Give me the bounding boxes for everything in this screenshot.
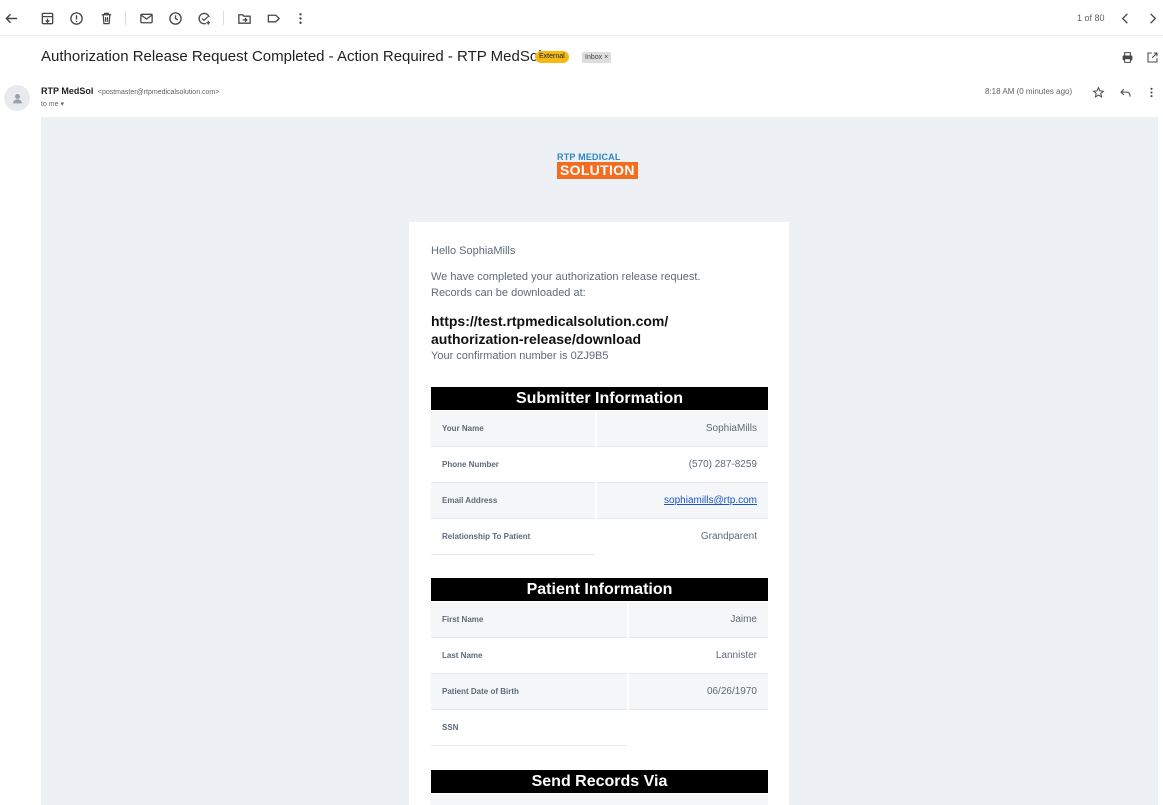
row-value: Lannister [629,638,768,674]
send-records-heading: Send Records Via [431,770,768,793]
star-icon[interactable] [1090,84,1106,100]
toolbar-divider [223,11,224,25]
archive-icon[interactable] [38,9,56,27]
sender-email: <postmaster@rtpmedicalsolution.com> [97,89,220,96]
row-value: 06/26/1970 [629,674,768,710]
external-badge: External [535,51,569,63]
table-row: SSN [431,710,768,746]
email-subject: Authorization Release Request Completed … [41,48,542,65]
next-icon[interactable] [1143,9,1161,27]
email-card: Hello SophiaMills We have completed your… [409,222,789,805]
row-label [431,794,768,805]
more-options-icon[interactable] [1143,84,1159,100]
row-value: (570) 287-8259 [597,447,768,483]
table-row: Last Name Lannister [431,638,768,674]
row-label: Email Address [431,483,595,519]
person-icon [12,93,22,103]
row-label: Patient Date of Birth [431,674,627,710]
submitter-heading: Submitter Information [431,387,768,410]
table-row: Patient Date of Birth 06/26/1970 [431,674,768,710]
row-label: Your Name [431,411,595,447]
row-value: Grandparent [700,531,757,542]
intro-line-1: We have completed your authorization rel… [431,271,701,283]
snooze-icon[interactable] [166,9,184,27]
logo-top-text: RTP MEDICAL [557,152,621,162]
download-url-line-2: authorization-release/download [431,331,642,347]
table-row: Your Name SophiaMills [431,411,768,447]
recipient-details-toggle[interactable]: to me ▾ [41,100,64,108]
reply-icon[interactable] [1117,84,1133,100]
row-label: Relationship To Patient [431,519,595,555]
row-label: Last Name [431,638,627,674]
table-row: Relationship To Patient Grandparent [431,519,768,555]
download-url-line-1: https://test.rtpmedicalsolution.com/ [431,313,669,329]
intro-line-2: Records can be downloaded at: [431,287,586,299]
row-label: First Name [431,602,627,638]
table-row: First Name Jaime [431,602,768,638]
row-label: SSN [431,710,627,746]
confirmation-number: Your confirmation number is 0ZJ9B5 [431,350,609,362]
table-row [431,794,768,805]
greeting: Hello SophiaMills [431,245,516,257]
back-arrow-icon[interactable] [2,9,20,27]
logo-bottom-text: SOLUTION [557,162,638,179]
toolbar-divider [125,11,126,25]
sender-block[interactable]: RTP MedSol <postmaster@rtpmedicalsolutio… [41,86,219,96]
add-task-icon[interactable] [195,9,213,27]
inbox-label-chip[interactable]: Inbox × [582,52,612,63]
print-icon[interactable] [1119,49,1135,65]
label-icon[interactable] [264,9,282,27]
sender-avatar[interactable] [4,85,30,111]
more-vert-icon[interactable] [291,9,309,27]
row-value: SophiaMills [597,411,768,447]
patient-heading: Patient Information [431,578,768,601]
row-value: Jaime [629,602,768,638]
row-label: Phone Number [431,447,595,483]
received-time: 8:18 AM (0 minutes ago) [985,87,1073,96]
company-logo: RTP MEDICAL SOLUTION [557,152,643,180]
table-row: Phone Number (570) 287-8259 [431,447,768,483]
report-spam-icon[interactable] [67,9,85,27]
row-value [629,710,768,746]
move-to-icon[interactable] [235,9,253,27]
pager-count: 1 of 80 [1077,13,1105,23]
open-new-window-icon[interactable] [1144,49,1160,65]
delete-icon[interactable] [97,9,115,27]
prev-icon[interactable] [1116,9,1134,27]
email-link[interactable]: sophiamills@rtp.com [597,483,768,519]
mark-unread-icon[interactable] [137,9,155,27]
sender-name: RTP MedSol [41,86,94,96]
toolbar: 1 of 80 [0,0,1163,36]
table-row: Email Address sophiamills@rtp.com [431,483,768,519]
